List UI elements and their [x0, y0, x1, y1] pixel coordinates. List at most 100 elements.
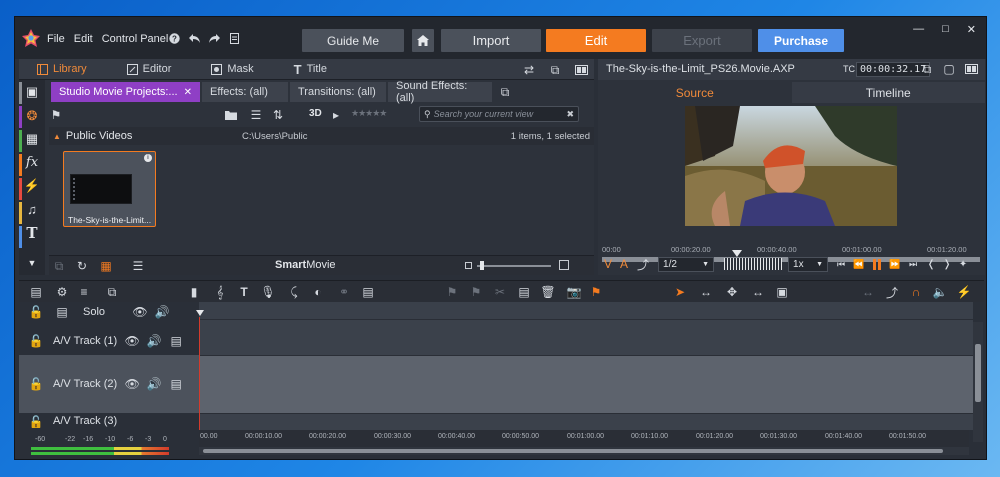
rate-select[interactable]: 1x ▼	[788, 256, 829, 272]
close-icon[interactable]: ✕	[967, 23, 976, 36]
effects-icon[interactable]: ✦	[956, 257, 970, 271]
pause-icon[interactable]	[870, 257, 884, 271]
vertical-scroll-thumb[interactable]	[975, 344, 981, 402]
guide-me-button[interactable]: Guide Me	[302, 29, 404, 52]
flag-icon[interactable]: ⚑	[589, 285, 603, 299]
swap-icon[interactable]: ⇄	[522, 63, 536, 77]
settings-icon[interactable]: ⚙	[55, 285, 69, 299]
lock-icon[interactable]: 🔓	[29, 305, 44, 319]
list-view-icon[interactable]: ☰	[249, 108, 263, 122]
track-lane-3[interactable]	[199, 413, 973, 430]
razor-icon[interactable]: ⚡	[957, 285, 972, 299]
tab-effects[interactable]: Effects: (all)	[202, 82, 288, 102]
add-tab-icon[interactable]: ⧉	[498, 85, 512, 99]
snapshot-icon[interactable]: 📷	[567, 285, 582, 299]
maximize-icon[interactable]: □	[942, 23, 949, 36]
home-button[interactable]	[412, 29, 434, 52]
split-view-icon[interactable]: ↔	[861, 285, 875, 299]
speaker-icon[interactable]: 🔊	[155, 305, 170, 319]
jog-shuttle[interactable]	[724, 258, 783, 270]
speaker-options-icon[interactable]: 🔈	[933, 285, 948, 299]
microphone-icon[interactable]: 🎙	[260, 285, 275, 299]
relink-icon[interactable]: ↻	[75, 259, 89, 273]
rating-filter[interactable]: ★★★★★	[351, 108, 387, 119]
help-icon[interactable]: ?	[167, 31, 181, 45]
sidebar-scroll-down-icon[interactable]: ▼	[25, 256, 39, 270]
crop-tool-icon[interactable]: ▣	[775, 285, 789, 299]
music-icon[interactable]: 𝄞	[213, 285, 227, 299]
tab-timeline[interactable]: Timeline	[791, 82, 985, 103]
track-header-3[interactable]: 🔓 A/V Track (3)	[19, 415, 199, 428]
tab-mask[interactable]: Mask	[193, 59, 275, 80]
playhead-handle[interactable]	[196, 310, 204, 316]
jump-icon[interactable]: ⤴	[636, 257, 650, 272]
speaker-icon[interactable]: 🔊	[147, 377, 162, 391]
audio-mixer-icon[interactable]: ▮	[187, 285, 201, 299]
search-box[interactable]: ⚲ Search your current view ✖	[419, 106, 579, 122]
tag-icon[interactable]: ▸	[329, 108, 343, 122]
lightning-icon[interactable]: ⚡	[24, 178, 40, 193]
zoom-in-icon[interactable]	[559, 260, 569, 270]
menu-edit[interactable]: Edit	[74, 33, 93, 45]
tab-library[interactable]: Library	[19, 59, 109, 80]
film-reel-icon[interactable]: ❂	[25, 108, 39, 123]
step-back-icon[interactable]: ⏪	[852, 257, 866, 271]
tab-editor[interactable]: Editor	[109, 59, 194, 80]
tab-studio-movie-projects[interactable]: Studio Movie Projects:... ✕	[51, 82, 200, 102]
media-thumbnail[interactable]: i The-Sky-is-the-Limit...	[63, 151, 156, 227]
go-to-end-icon[interactable]: ⏭	[906, 257, 920, 271]
mark-out-icon[interactable]: ❭	[940, 257, 954, 271]
thumbnail-size-slider[interactable]	[477, 265, 551, 267]
thumbnail-size-handle[interactable]	[480, 261, 484, 270]
export-button[interactable]: Export	[652, 29, 752, 52]
audio-toggle[interactable]: A	[620, 257, 628, 271]
grid-view-icon[interactable]: ▦	[99, 259, 113, 273]
link-icon[interactable]: ⚭	[337, 285, 351, 299]
text-icon[interactable]: T	[237, 285, 251, 299]
eye-icon[interactable]: 👁	[125, 377, 140, 391]
mark-in-icon[interactable]: ❬	[924, 257, 938, 271]
track-header-1[interactable]: 🔓 A/V Track (1) 👁 🔊 ▤	[19, 327, 199, 355]
motion-icon[interactable]: ⤹	[287, 285, 301, 299]
timeline-horizontal-scrollbar[interactable]	[199, 447, 969, 455]
zoom-out-icon[interactable]	[465, 262, 472, 269]
undo-icon[interactable]	[187, 31, 201, 45]
lock-icon[interactable]: 🔓	[29, 415, 44, 428]
timeline-vertical-scrollbar[interactable]	[973, 322, 983, 442]
document-icon[interactable]	[227, 31, 241, 45]
info-icon[interactable]: i	[144, 154, 152, 162]
pointer-tool-icon[interactable]: ➤	[673, 285, 687, 299]
slip-tool-icon[interactable]: ✥	[725, 285, 739, 299]
ripple-tool-icon[interactable]: ↔	[699, 285, 713, 299]
tab-source[interactable]: Source	[598, 82, 792, 103]
speaker-icon[interactable]: 🔊	[147, 334, 162, 348]
lock-icon[interactable]: 🔓	[29, 334, 44, 348]
menu-control-panel[interactable]: Control Panel	[102, 33, 169, 45]
purchase-button[interactable]: Purchase	[758, 29, 844, 52]
lock-icon[interactable]: 🔓	[29, 377, 44, 391]
eye-icon[interactable]: 👁	[125, 334, 140, 348]
speed-select[interactable]: 1/2 ▼	[658, 256, 715, 272]
player-layout-icon[interactable]	[964, 62, 978, 76]
track-lane-1[interactable]	[199, 319, 973, 355]
add-to-collection-icon[interactable]: ⚑	[49, 108, 63, 122]
music-note-icon[interactable]: ♫	[25, 202, 39, 217]
close-tab-icon[interactable]: ✕	[184, 87, 192, 98]
timeline-area[interactable]	[196, 302, 973, 430]
track-lane-2[interactable]	[199, 355, 973, 413]
color-icon[interactable]: ◐	[311, 285, 325, 299]
monitor-icon[interactable]: ▤	[169, 377, 183, 391]
delete-icon[interactable]: 🗑	[540, 285, 555, 299]
title-text-icon[interactable]: T	[25, 224, 39, 242]
image-icon[interactable]: ▤	[361, 285, 375, 299]
sort-icon[interactable]: ⇅	[271, 108, 285, 122]
magnet-icon[interactable]: ∩	[909, 285, 923, 299]
tab-transitions[interactable]: Transitions: (all)	[290, 82, 386, 102]
menu-icon[interactable]: ☰	[131, 259, 145, 273]
layout-icon[interactable]	[574, 63, 588, 77]
folder-stack-icon[interactable]: ▦	[25, 131, 39, 146]
go-to-start-icon[interactable]: ⏮	[834, 257, 848, 271]
monitor-icon[interactable]: ▤	[55, 305, 69, 319]
folder-icon[interactable]	[224, 108, 238, 122]
trim-icon[interactable]: ▤	[517, 285, 531, 299]
